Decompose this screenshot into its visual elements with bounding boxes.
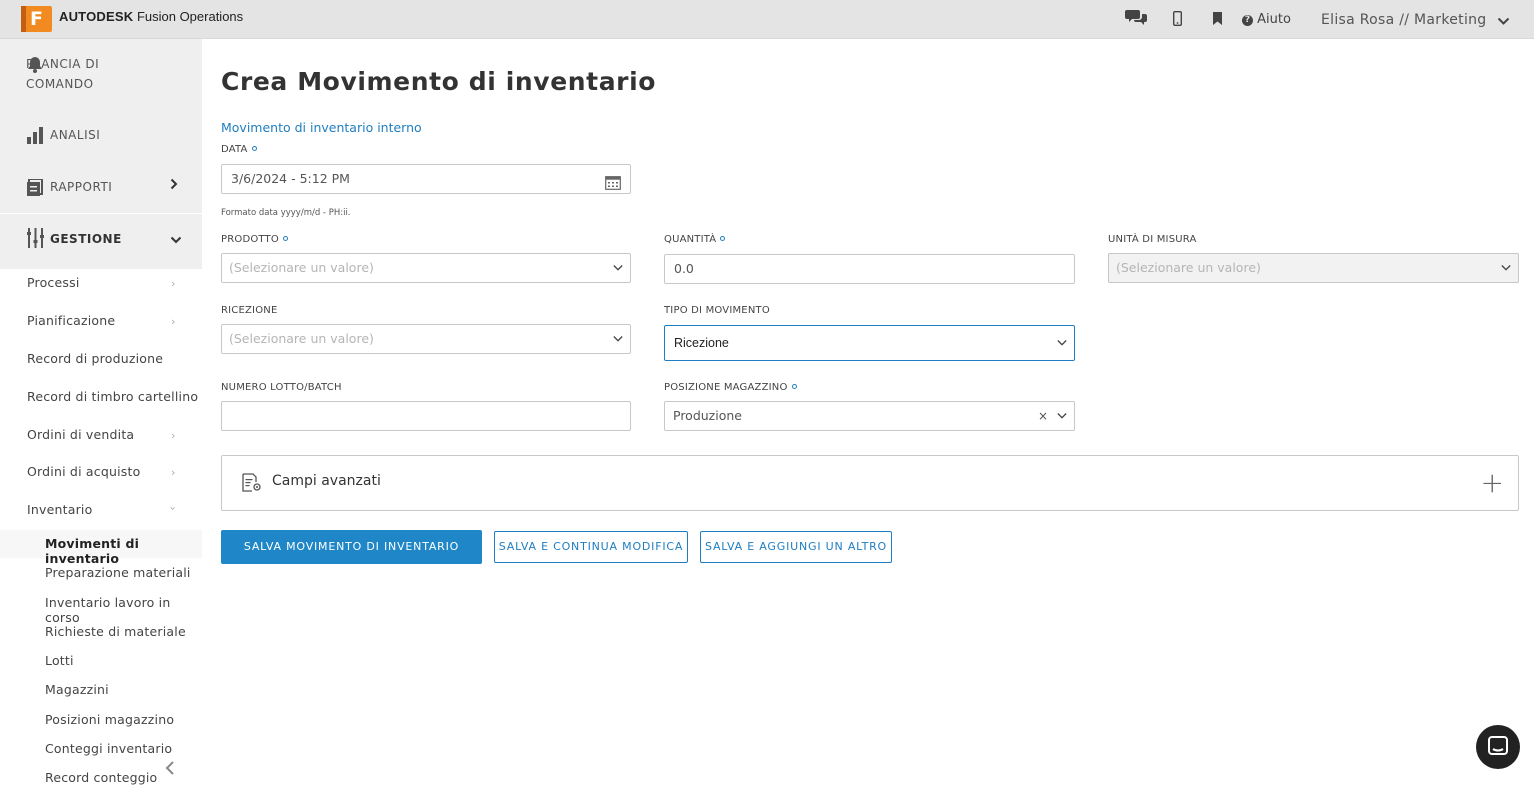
mobile-icon[interactable] bbox=[1172, 10, 1182, 30]
chevron-down-icon bbox=[613, 265, 623, 271]
sidebar-sub-count-records[interactable]: Record conteggio bbox=[45, 770, 157, 785]
location-value: Produzione bbox=[673, 408, 742, 423]
chevron-down-icon[interactable] bbox=[1497, 11, 1510, 30]
quantity-input[interactable]: 0.0 bbox=[664, 254, 1075, 284]
movement-type-value: Ricezione bbox=[674, 336, 729, 350]
page-title: Crea Movimento di inventario bbox=[221, 67, 657, 96]
unit-label: UNITÀ DI MISURA bbox=[1108, 234, 1197, 245]
chevron-down-icon bbox=[1057, 413, 1067, 419]
date-field[interactable]: 3/6/2024 - 5:12 PM bbox=[221, 164, 631, 194]
help-label: Aiuto bbox=[1257, 12, 1291, 27]
save-movement-button[interactable]: SALVA MOVIMENTO DI INVENTARIO bbox=[221, 530, 482, 564]
chevron-down-icon bbox=[1501, 265, 1511, 271]
chevron-right-icon: › bbox=[171, 466, 176, 479]
movement-type-label: TIPO DI MOVIMENTO bbox=[664, 305, 770, 316]
sidebar-sub-material-requests[interactable]: Richieste di materiale bbox=[45, 624, 186, 639]
product-label-text: PRODOTTO bbox=[221, 234, 279, 245]
save-continue-button[interactable]: SALVA E CONTINUA MODIFICA bbox=[494, 531, 688, 563]
sidebar-sub-warehouses[interactable]: Magazzini bbox=[45, 682, 109, 697]
sidebar-item-management[interactable]: GESTIONE bbox=[50, 229, 122, 249]
brand-title: AUTODESK Fusion Operations bbox=[59, 9, 243, 24]
required-indicator bbox=[282, 236, 288, 241]
sidebar-sub-warehouse-locations[interactable]: Posizioni magazzino bbox=[45, 712, 174, 727]
management-icon bbox=[27, 228, 44, 252]
sidebar-item-reports[interactable]: RAPPORTI bbox=[50, 177, 112, 197]
fusion-logo[interactable]: F bbox=[21, 6, 52, 32]
chevron-down-icon bbox=[613, 336, 623, 342]
sidebar-sub-inventory-movements[interactable]: Movimenti di inventario bbox=[45, 536, 202, 566]
required-indicator bbox=[791, 384, 797, 389]
calendar-icon[interactable] bbox=[605, 172, 621, 200]
sidebar-item-purchase-orders[interactable]: Ordini di acquisto bbox=[27, 464, 140, 479]
movement-type-select[interactable]: Ricezione bbox=[664, 325, 1075, 361]
chevron-right-icon: › bbox=[171, 429, 176, 442]
chevron-right-icon: › bbox=[171, 277, 176, 290]
sidebar-item-dashboard[interactable]: PLANCIA DI COMANDO bbox=[26, 54, 146, 94]
unit-select[interactable]: (Selezionare un valore) bbox=[1108, 253, 1519, 283]
user-menu[interactable]: Elisa Rosa // Marketing bbox=[1321, 12, 1487, 28]
sidebar-item-planning[interactable]: Pianificazione bbox=[27, 313, 115, 328]
unit-placeholder: (Selezionare un valore) bbox=[1116, 260, 1261, 275]
chevron-right-icon: › bbox=[171, 315, 176, 328]
advanced-fields-panel[interactable]: Campi avanzati + bbox=[221, 455, 1519, 511]
sidebar-sub-wip-inventory[interactable]: Inventario lavoro in corso bbox=[45, 595, 202, 625]
save-add-another-button[interactable]: SALVA E AGGIUNGI UN ALTRO bbox=[700, 531, 892, 563]
sidebar-sub-material-prep[interactable]: Preparazione materiali bbox=[45, 565, 191, 580]
product-select[interactable]: (Selezionare un valore) bbox=[221, 253, 631, 283]
chat-icon[interactable] bbox=[1125, 9, 1147, 29]
chevron-down-icon[interactable] bbox=[170, 232, 182, 248]
sidebar: PLANCIA DI COMANDO ANALISI RAPPORTI GEST… bbox=[0, 39, 202, 785]
reports-icon bbox=[27, 178, 44, 200]
sidebar-sub-lots[interactable]: Lotti bbox=[45, 653, 74, 668]
quantity-value: 0.0 bbox=[674, 261, 694, 276]
chevron-down-icon bbox=[1057, 340, 1067, 346]
quantity-label: QUANTITÀ bbox=[664, 234, 726, 245]
location-label-text: POSIZIONE MAGAZZINO bbox=[664, 382, 788, 393]
quantity-label-text: QUANTITÀ bbox=[664, 234, 717, 245]
settings-doc-icon bbox=[242, 473, 262, 496]
chevron-down-icon: › bbox=[166, 506, 180, 511]
location-select[interactable]: Produzione × bbox=[664, 401, 1075, 431]
main-content: Crea Movimento di inventario Movimento d… bbox=[202, 39, 1534, 785]
lot-input[interactable] bbox=[221, 401, 631, 431]
top-bar: F AUTODESK Fusion Operations ? Aiuto Eli… bbox=[0, 0, 1534, 39]
advanced-fields-title: Campi avanzati bbox=[272, 473, 381, 489]
sidebar-sub-inventory-counts[interactable]: Conteggi inventario bbox=[45, 741, 172, 756]
bookmark-icon[interactable] bbox=[1213, 12, 1222, 29]
product-placeholder: (Selezionare un valore) bbox=[229, 260, 374, 275]
brand-product: Fusion Operations bbox=[136, 9, 244, 24]
clear-icon[interactable]: × bbox=[1038, 402, 1048, 430]
lot-label: NUMERO LOTTO/BATCH bbox=[221, 382, 342, 393]
plus-icon[interactable]: + bbox=[1481, 468, 1504, 498]
collapse-sidebar-icon[interactable] bbox=[165, 757, 175, 782]
chevron-right-icon[interactable] bbox=[170, 178, 178, 194]
brand-autodesk: AUTODESK bbox=[59, 9, 134, 24]
sidebar-item-production-records[interactable]: Record di produzione bbox=[27, 351, 163, 366]
sidebar-item-inventory[interactable]: Inventario bbox=[27, 502, 92, 517]
required-indicator bbox=[720, 236, 726, 241]
receipt-placeholder: (Selezionare un valore) bbox=[229, 331, 374, 346]
sidebar-item-analysis[interactable]: ANALISI bbox=[50, 125, 100, 145]
date-label: DATA bbox=[221, 144, 257, 155]
help-icon: ? bbox=[1242, 15, 1253, 26]
bar-chart-icon bbox=[27, 127, 44, 148]
receipt-select[interactable]: (Selezionare un valore) bbox=[221, 324, 631, 354]
sidebar-item-sales-orders[interactable]: Ordini di vendita bbox=[27, 427, 134, 442]
chat-bubble-glyph bbox=[1488, 736, 1508, 755]
chat-bubble-icon[interactable] bbox=[1476, 725, 1520, 769]
date-label-text: DATA bbox=[221, 144, 248, 155]
receipt-label: RICEZIONE bbox=[221, 305, 278, 316]
date-format-hint: Formato data yyyy/m/d - PH:ii. bbox=[221, 208, 351, 218]
required-indicator bbox=[251, 146, 257, 151]
sidebar-item-time-records[interactable]: Record di timbro cartellino bbox=[27, 389, 198, 404]
page-subtitle: Movimento di inventario interno bbox=[221, 120, 422, 135]
sidebar-item-processes[interactable]: Processi bbox=[27, 275, 80, 290]
product-label: PRODOTTO bbox=[221, 234, 288, 245]
location-label: POSIZIONE MAGAZZINO bbox=[664, 382, 797, 393]
date-value: 3/6/2024 - 5:12 PM bbox=[231, 171, 350, 186]
help-link[interactable]: ? Aiuto bbox=[1242, 12, 1291, 27]
